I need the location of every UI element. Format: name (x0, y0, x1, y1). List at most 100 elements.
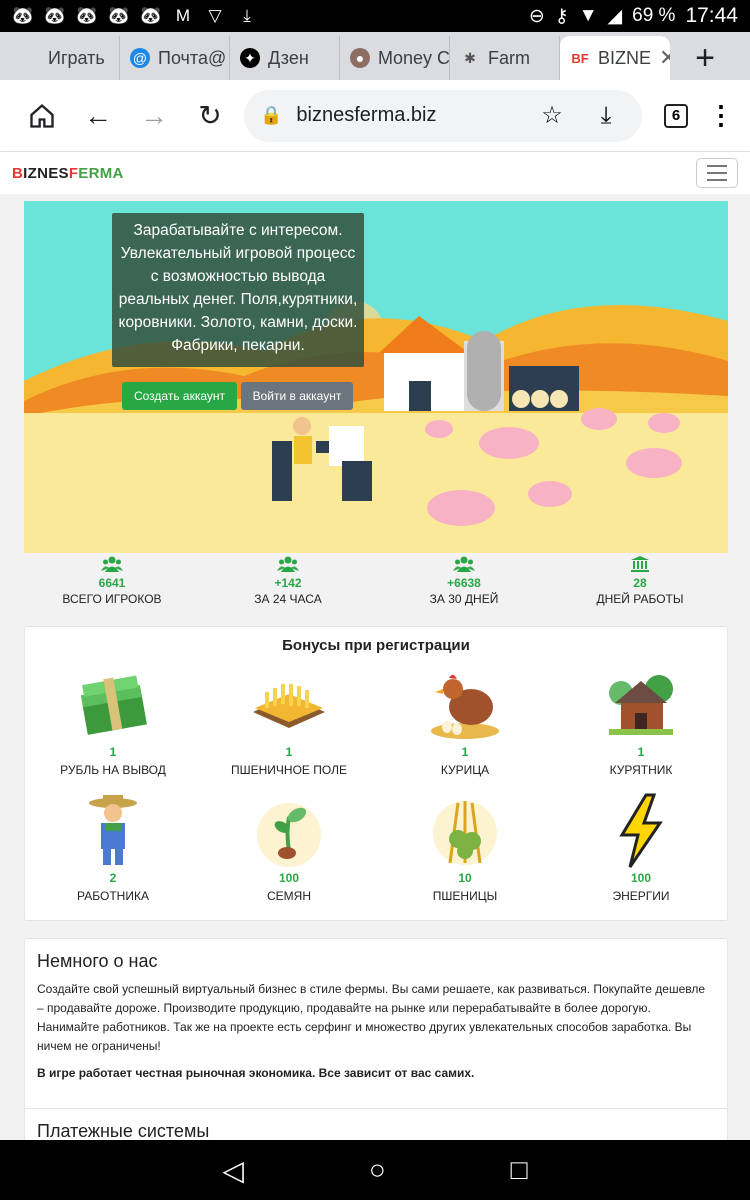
gmail-icon: M (175, 6, 191, 25)
tab-label: Money C (378, 47, 450, 68)
tab-label: BIZNE (598, 47, 652, 68)
new-tab-button[interactable]: + (670, 36, 740, 80)
bonus-value: 2 (109, 871, 117, 885)
wheat-icon (427, 791, 503, 871)
bonus-value: 100 (278, 871, 300, 885)
about-text: Создайте свой успешный виртуальный бизне… (37, 982, 706, 1053)
payments-card: Платежные системы (24, 1108, 728, 1140)
bonus-label: КУРИЦА (440, 763, 490, 777)
lock-icon: 🔒 (260, 105, 283, 125)
bonus-label: ПШЕНИЦЫ (432, 889, 498, 903)
users-icon (453, 556, 475, 574)
browser-tab[interactable]: ✱ Farm (450, 36, 560, 80)
browser-tab[interactable]: ✦ Дзен (230, 36, 340, 80)
bonus-item: 100 ЭНЕРГИИ (553, 791, 729, 909)
panda-icon: 🐼 (12, 6, 34, 25)
home-circle-icon[interactable]: ○ (369, 1154, 386, 1186)
close-icon[interactable]: ✕ (659, 45, 670, 71)
site-logo[interactable]: BIZNESFERMA (12, 165, 124, 182)
clock: 17:44 (685, 4, 738, 27)
wheat-field-icon (251, 665, 327, 745)
at-icon: @ (130, 48, 150, 68)
bonuses-title: Бонусы при регистрации (282, 637, 470, 654)
bonus-label: КУРЯТНИК (609, 763, 673, 777)
bonus-label: СЕМЯН (267, 889, 311, 903)
bonus-value: 1 (461, 745, 469, 759)
about-card: Немного о нас Создайте свой успешный вир… (24, 938, 728, 1110)
back-icon[interactable]: ← (70, 88, 126, 144)
login-button[interactable]: Войти в аккаунт (241, 382, 353, 410)
system-navigation-bar: ◁ ○ □ (0, 1140, 750, 1200)
stats-row: 6641 ВСЕГО ИГРОКОВ +142 ЗА 24 ЧАСА +6638… (24, 556, 728, 620)
stat-value: 28 (633, 576, 647, 590)
menu-toggle-button[interactable] (696, 158, 738, 188)
tab-strip: Играть @ Почта@ ✦ Дзен ● Money C ✱ Farm … (0, 32, 750, 80)
status-bar: 🐼 🐼 🐼 🐼 🐼 M ▽ ⤓ ⊖ ⚷ ▼ ◢ 69 % 17:44 (0, 0, 750, 32)
users-icon (277, 556, 299, 574)
browser-tab[interactable]: Играть (10, 36, 120, 80)
about-bold-text: В игре работает честная рыночная экономи… (37, 1066, 475, 1080)
tab-label: Играть (48, 47, 105, 68)
site-navbar: BIZNESFERMA (0, 152, 750, 194)
bonus-item: 10 ПШЕНИЦЫ (377, 791, 553, 909)
recents-square-icon[interactable]: □ (511, 1154, 528, 1186)
panda-icon: 🐼 (76, 6, 98, 25)
about-title: Немного о нас (37, 951, 158, 971)
bonus-item: 1 КУРИЦА (377, 665, 553, 783)
farmer-icon (75, 791, 151, 871)
zen-icon: ✦ (240, 48, 260, 68)
bonus-item: 100 СЕМЯН (201, 791, 377, 909)
panda-icon: 🐼 (140, 6, 162, 25)
stat-30-days: +6638 ЗА 30 ДНЕЙ (376, 556, 552, 620)
panda-icon: 🐼 (44, 6, 66, 25)
users-icon (101, 556, 123, 574)
money-icon: ● (350, 48, 370, 68)
wifi-icon: ▼ (578, 5, 598, 26)
address-toolbar: ← → ↻ 🔒 biznesferma.biz ☆ ⤓ 6 ⋮ (0, 80, 750, 152)
tab-switcher-button[interactable]: 6 (664, 103, 688, 128)
back-triangle-icon[interactable]: ◁ (222, 1154, 244, 1187)
forward-icon[interactable]: → (126, 88, 182, 144)
bonus-value: 10 (458, 871, 472, 885)
bonus-item: 1 КУРЯТНИК (553, 665, 729, 783)
stat-label: ЗА 24 ЧАСА (254, 592, 322, 606)
bonus-item: 2 РАБОТНИКА (25, 791, 201, 909)
signal-icon: ◢ (607, 5, 623, 27)
bonus-value: 1 (109, 745, 117, 759)
stat-value: +6638 (447, 576, 481, 590)
payments-title: Платежные системы (37, 1121, 210, 1140)
browser-tab[interactable]: @ Почта@ (120, 36, 230, 80)
tab-label: Farm (488, 47, 530, 68)
bonus-label: РАБОТНИКА (77, 889, 149, 903)
create-account-button[interactable]: Создать аккаунт (122, 382, 237, 410)
grid-icon (20, 48, 40, 68)
farm-icon: ✱ (464, 49, 476, 66)
chicken-icon (427, 665, 503, 745)
stat-label: ЗА 30 ДНЕЙ (429, 592, 499, 606)
stat-value: 6641 (98, 576, 126, 590)
stat-total-players: 6641 ВСЕГО ИГРОКОВ (24, 556, 200, 620)
star-icon[interactable]: ☆ (532, 101, 572, 130)
browser-tab[interactable]: ● Money C (340, 36, 450, 80)
home-icon[interactable] (14, 88, 70, 144)
bonus-label: ПШЕНИЧНОЕ ПОЛЕ (231, 763, 347, 777)
download-icon: ⤓ (243, 6, 251, 25)
reload-icon[interactable]: ↻ (182, 88, 238, 144)
bonus-item: 1 РУБЛЬ НА ВЫВОД (25, 665, 201, 783)
stat-label: ВСЕГО ИГРОКОВ (62, 592, 162, 606)
tab-label: Дзен (268, 47, 309, 68)
stat-24h: +142 ЗА 24 ЧАСА (200, 556, 376, 620)
stat-label: ДНЕЙ РАБОТЫ (596, 592, 684, 606)
more-menu-icon[interactable]: ⋮ (706, 100, 736, 131)
bonus-label: РУБЛЬ НА ВЫВОД (60, 763, 166, 777)
url-text[interactable]: biznesferma.biz (296, 104, 518, 127)
bonus-item: 1 ПШЕНИЧНОЕ ПОЛЕ (201, 665, 377, 783)
url-bar[interactable]: 🔒 biznesferma.biz ☆ ⤓ (244, 89, 642, 142)
browser-tab-active[interactable]: BF BIZNE ✕ (560, 36, 670, 80)
stat-value: +142 (274, 576, 302, 590)
money-stack-icon (75, 665, 151, 745)
download-page-icon[interactable]: ⤓ (586, 102, 626, 130)
bonuses-grid: 1 РУБЛЬ НА ВЫВОД 1 ПШЕНИЧНОЕ ПОЛЕ 1 КУРИ… (25, 665, 729, 909)
stat-days-running: 28 ДНЕЙ РАБОТЫ (552, 556, 728, 620)
bank-icon (631, 556, 649, 574)
